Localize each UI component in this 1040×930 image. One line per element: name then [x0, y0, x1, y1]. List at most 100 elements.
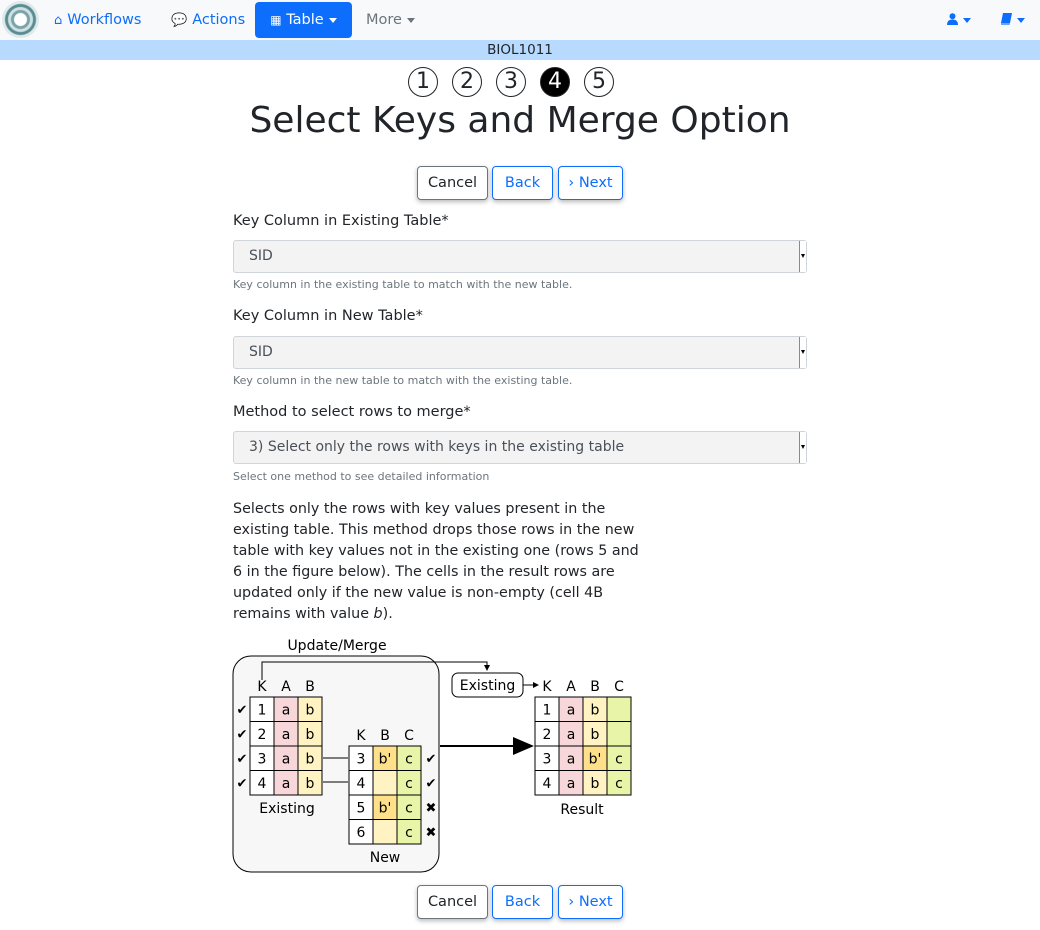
nav-actions[interactable]: 💬 Actions	[171, 0, 245, 40]
existing-cell-text: 2	[258, 727, 267, 743]
existing-cell-text: a	[282, 702, 291, 718]
chevron-right-icon: ›	[568, 175, 575, 191]
user-menu-dropdown[interactable]	[947, 0, 971, 40]
result-cell-text: c	[615, 776, 623, 792]
new-header: K	[356, 728, 366, 744]
existing-check-icon: ✔	[237, 752, 248, 767]
page-title: Select Keys and Merge Option	[249, 100, 791, 141]
result-cell-text: c	[615, 751, 623, 767]
existing-key-label: Key Column in Existing Table*	[233, 213, 449, 229]
existing-header: A	[281, 679, 291, 695]
nav-workflows[interactable]: ⌂ Workflows	[54, 0, 141, 40]
back-button-bottom[interactable]: Back	[492, 885, 553, 919]
merge-diagram: Update/Merge Existing K A B1 a b2 a b3 a b4 a b✔✔✔…	[232, 638, 632, 873]
result-table: K A B C1 a b2 a b3 a b' c4 a b c	[534, 679, 632, 796]
new-cell	[372, 770, 398, 796]
new-cross-icon: ✖	[426, 801, 437, 816]
new-cell-text: c	[405, 825, 413, 841]
cancel-button[interactable]: Cancel	[417, 166, 488, 200]
chevron-down-icon	[963, 17, 971, 23]
next-button-label: Next	[578, 175, 613, 191]
result-cell	[606, 696, 632, 722]
next-button-label: Next	[578, 894, 613, 910]
result-header: B	[590, 679, 600, 695]
home-icon: ⌂	[54, 13, 63, 28]
description-text-end: ).	[382, 606, 393, 622]
course-name: BIOL1011	[487, 42, 553, 58]
existing-key-help: Key column in the existing table to matc…	[233, 278, 573, 291]
existing-cell-text: 3	[258, 751, 267, 767]
new-key-help: Key column in the new table to match wit…	[233, 374, 573, 387]
chevron-down-icon	[1017, 17, 1025, 23]
description-text: Selects only the rows with key values pr…	[233, 501, 639, 622]
new-check-icon: ✔	[426, 752, 437, 767]
step-3: 3	[496, 67, 526, 97]
book-icon	[1001, 13, 1012, 25]
update-merge-label: Update/Merge	[287, 638, 386, 654]
step-2: 2	[452, 67, 482, 97]
existing-key-value: SID	[249, 248, 273, 264]
existing-check-icon: ✔	[237, 777, 248, 792]
new-header: B	[380, 728, 390, 744]
existing-key-select[interactable]: SID	[233, 240, 807, 273]
result-cell	[606, 721, 632, 747]
existing-cell-text: b	[306, 776, 315, 792]
description-italic: b	[373, 606, 383, 622]
nav-table-dropdown[interactable]: ▦ Table	[255, 2, 352, 38]
new-cell-text: c	[405, 776, 413, 792]
result-header: K	[542, 679, 552, 695]
result-cell-text: 4	[543, 776, 552, 792]
existing-cell-text: a	[282, 776, 291, 792]
comments-icon: 💬	[171, 13, 188, 28]
merge-method-value: 3) Select only the rows with keys in the…	[249, 439, 625, 455]
new-cell-text: 6	[357, 825, 366, 841]
new-header: C	[404, 728, 414, 744]
new-cross-icon: ✖	[426, 826, 437, 841]
table-icon: ▦	[270, 13, 282, 27]
result-header: C	[614, 679, 624, 695]
nav-actions-label: Actions	[192, 12, 246, 28]
step-4-current: 4	[540, 67, 570, 97]
result-cell-text: 1	[543, 702, 552, 718]
new-cell-text: c	[405, 800, 413, 816]
existing-cell-text: 4	[258, 776, 267, 792]
step-5: 5	[584, 67, 614, 97]
result-cell-text: b	[591, 727, 600, 743]
new-key-value: SID	[249, 344, 273, 360]
existing-cell-text: a	[282, 727, 291, 743]
help-menu-dropdown[interactable]	[1001, 0, 1025, 40]
back-button[interactable]: Back	[492, 166, 553, 200]
merge-method-help: Select one method to see detailed inform…	[233, 470, 490, 483]
nav-more-dropdown[interactable]: More	[366, 0, 415, 40]
result-cell-text: 2	[543, 727, 552, 743]
dropdown-arrow-icon	[799, 337, 806, 368]
top-navbar: ⌂ Workflows 💬 Actions ▦ Table More	[0, 0, 1040, 40]
step-1: 1	[408, 67, 438, 97]
new-key-select[interactable]: SID	[233, 336, 807, 369]
chevron-down-icon	[406, 17, 415, 23]
nav-workflows-label: Workflows	[67, 12, 142, 28]
existing-cell-text: b	[306, 751, 315, 767]
next-button-bottom[interactable]: › Next	[558, 885, 623, 919]
next-button[interactable]: › Next	[558, 166, 623, 200]
new-cell	[372, 819, 398, 845]
result-cell-text: a	[567, 751, 576, 767]
merge-method-select[interactable]: 3) Select only the rows with keys in the…	[233, 431, 807, 464]
result-cell-text: a	[567, 727, 576, 743]
result-cell-text: b'	[589, 751, 602, 767]
existing-cell-text: a	[282, 751, 291, 767]
existing-cell-text: 1	[258, 702, 267, 718]
nav-more-label: More	[366, 12, 402, 28]
user-icon	[947, 13, 958, 25]
cancel-button-bottom[interactable]: Cancel	[417, 885, 488, 919]
existing-header: B	[305, 679, 315, 695]
new-cell-text: b'	[379, 751, 392, 767]
chevron-right-icon: ›	[568, 894, 575, 910]
result-cell-text: 3	[543, 751, 552, 767]
app-logo[interactable]	[2, 1, 39, 38]
result-cell-text: b	[591, 702, 600, 718]
merge-method-description: Selects only the rows with key values pr…	[233, 499, 643, 625]
result-arrow-head	[513, 737, 534, 755]
new-cell-text: 5	[357, 800, 366, 816]
result-cell-text: a	[567, 702, 576, 718]
